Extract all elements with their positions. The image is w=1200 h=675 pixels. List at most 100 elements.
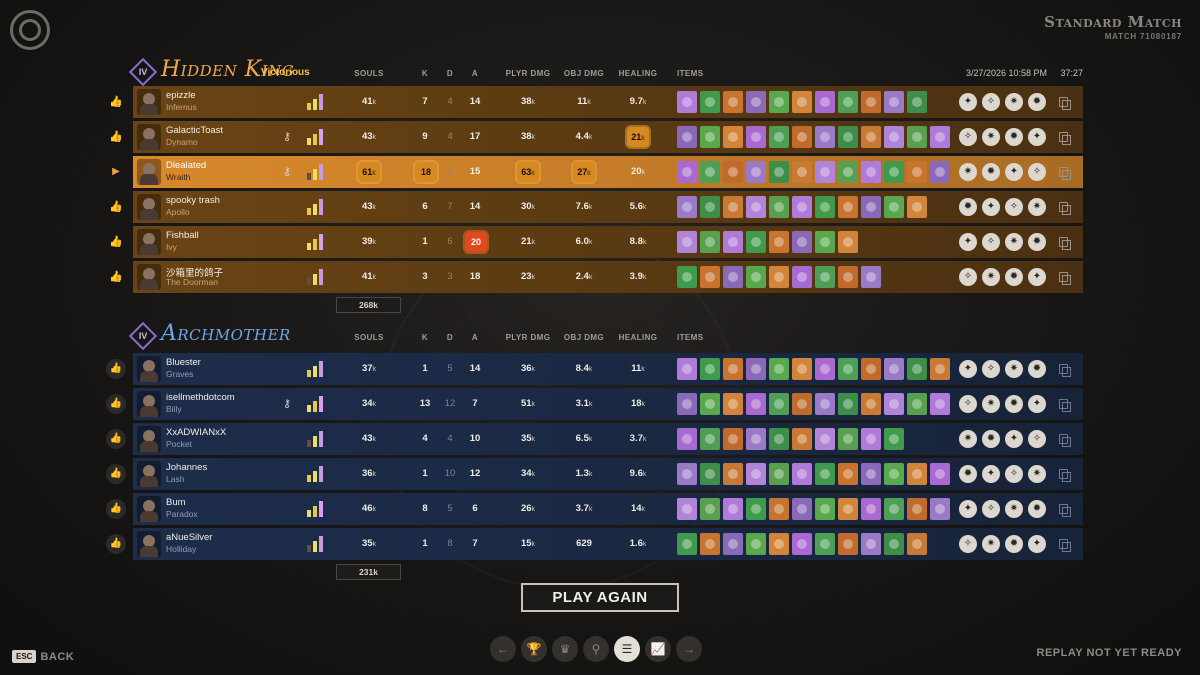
item-icon[interactable] (884, 126, 904, 148)
thumbs-up-icon[interactable]: 👍 (109, 95, 123, 109)
ability-icon[interactable]: ✧ (959, 535, 977, 553)
item-icon[interactable] (815, 161, 835, 183)
item-icon[interactable] (861, 161, 881, 183)
player-name[interactable]: isellmethdotcom (166, 392, 235, 403)
ability-icon[interactable]: ✧ (959, 128, 977, 146)
item-icon[interactable] (838, 358, 858, 380)
item-icon[interactable] (769, 161, 789, 183)
item-icon[interactable] (861, 428, 881, 450)
item-icon[interactable] (700, 126, 720, 148)
item-icon[interactable] (677, 196, 697, 218)
back-button[interactable]: ESC BACK (12, 648, 74, 666)
copy-icon[interactable] (1059, 132, 1071, 145)
ability-icon[interactable]: ✷ (982, 268, 1000, 286)
item-icon[interactable] (861, 533, 881, 555)
item-icon[interactable] (746, 266, 766, 288)
item-icon[interactable] (746, 533, 766, 555)
item-icon[interactable] (930, 498, 950, 520)
thumbs-up-icon[interactable]: 👍 (109, 235, 123, 249)
item-icon[interactable] (861, 91, 881, 113)
item-icon[interactable] (861, 393, 881, 415)
map-pin-icon[interactable]: ⚲ (583, 636, 609, 662)
ability-icon[interactable]: ✦ (982, 465, 1000, 483)
item-icon[interactable] (930, 358, 950, 380)
player-name[interactable]: GalacticToast (166, 125, 223, 136)
ability-icon[interactable]: ✧ (1005, 198, 1023, 216)
player-row[interactable]: 👍 spooky trash Apollo 43k 6 7 14 30k 7.6k 5.6k ✹ ✦ ✧… (109, 191, 1083, 223)
player-row[interactable]: 👍 Fishball Ivy 39k 1 6 20 21k 6.0k 8.8k ✦ ✧ ✷ ✹ (109, 226, 1083, 258)
item-icon[interactable] (677, 91, 697, 113)
arrow-left-icon[interactable]: ← (490, 636, 516, 662)
item-icon[interactable] (723, 266, 743, 288)
player-name[interactable]: XxADWIANxX (166, 427, 226, 438)
thumbs-up-icon[interactable]: 👍 (106, 429, 126, 449)
item-icon[interactable] (792, 161, 812, 183)
scoreboard-icon[interactable]: ☰ (614, 636, 640, 662)
ability-icon[interactable]: ✹ (1005, 128, 1023, 146)
item-icon[interactable] (838, 196, 858, 218)
item-icon[interactable] (677, 231, 697, 253)
item-icon[interactable] (746, 498, 766, 520)
ability-icon[interactable]: ✧ (1005, 465, 1023, 483)
copy-icon[interactable] (1059, 272, 1071, 285)
item-icon[interactable] (907, 161, 927, 183)
item-icon[interactable] (700, 358, 720, 380)
ability-icon[interactable]: ✧ (982, 233, 1000, 251)
item-icon[interactable] (769, 393, 789, 415)
ability-icon[interactable]: ✷ (1028, 465, 1046, 483)
ability-icon[interactable]: ✧ (1028, 430, 1046, 448)
thumbs-up-icon[interactable]: 👍 (106, 394, 126, 414)
item-icon[interactable] (723, 463, 743, 485)
item-icon[interactable] (792, 266, 812, 288)
item-icon[interactable] (700, 196, 720, 218)
ability-icon[interactable]: ✹ (982, 430, 1000, 448)
play-arrow-icon[interactable]: ▶ (109, 165, 123, 179)
item-icon[interactable] (723, 358, 743, 380)
item-icon[interactable] (838, 533, 858, 555)
item-icon[interactable] (769, 463, 789, 485)
item-icon[interactable] (677, 266, 697, 288)
ability-icon[interactable]: ✹ (1028, 233, 1046, 251)
ability-icon[interactable]: ✹ (959, 465, 977, 483)
item-icon[interactable] (907, 533, 927, 555)
ability-icon[interactable]: ✷ (959, 163, 977, 181)
player-row[interactable]: ▶ Dlealated Wraith ⚷ 61k 18 4 15 63k 27k 20k ✷ ✹ ✦ ✧ (112, 156, 1083, 188)
item-icon[interactable] (677, 498, 697, 520)
player-row[interactable]: 👍 epizzle Infernus 41k 7 4 14 38k 11k 9.7k ✦ ✧ ✷ ✹ (109, 86, 1083, 118)
ability-icon[interactable]: ✦ (1028, 535, 1046, 553)
item-icon[interactable] (746, 393, 766, 415)
ability-icon[interactable]: ✹ (1005, 535, 1023, 553)
ability-icon[interactable]: ✷ (982, 535, 1000, 553)
item-icon[interactable] (861, 266, 881, 288)
ability-icon[interactable]: ✦ (1005, 163, 1023, 181)
item-icon[interactable] (838, 266, 858, 288)
ability-icon[interactable]: ✷ (1028, 198, 1046, 216)
item-icon[interactable] (907, 393, 927, 415)
ability-icon[interactable]: ✦ (959, 233, 977, 251)
item-icon[interactable] (792, 498, 812, 520)
player-row[interactable]: 👍 Johannes Lash 36k 1 10 12 34k 1.3k 9.6k ✹ ✦ ✧ ✷ (106, 458, 1083, 490)
item-icon[interactable] (723, 196, 743, 218)
item-icon[interactable] (907, 463, 927, 485)
player-row[interactable]: 👍 XxADWIANxX Pocket 43k 4 4 10 35k 6.5k 3.7k ✷ ✹ ✦ ✧ (106, 423, 1083, 455)
player-row[interactable]: 👍 Bum Paradox 46k 8 5 6 26k 3.7k 14k ✦ ✧ ✷ ✹ (106, 493, 1083, 525)
item-icon[interactable] (930, 463, 950, 485)
item-icon[interactable] (700, 231, 720, 253)
item-icon[interactable] (677, 358, 697, 380)
item-icon[interactable] (746, 463, 766, 485)
item-icon[interactable] (838, 91, 858, 113)
item-icon[interactable] (769, 126, 789, 148)
item-icon[interactable] (815, 498, 835, 520)
item-icon[interactable] (815, 463, 835, 485)
item-icon[interactable] (884, 91, 904, 113)
ability-icon[interactable]: ✧ (959, 268, 977, 286)
thumbs-up-icon[interactable]: 👍 (106, 499, 126, 519)
item-icon[interactable] (723, 161, 743, 183)
item-icon[interactable] (700, 393, 720, 415)
item-icon[interactable] (792, 196, 812, 218)
item-icon[interactable] (723, 533, 743, 555)
item-icon[interactable] (884, 161, 904, 183)
item-icon[interactable] (792, 533, 812, 555)
item-icon[interactable] (930, 161, 950, 183)
item-icon[interactable] (769, 358, 789, 380)
